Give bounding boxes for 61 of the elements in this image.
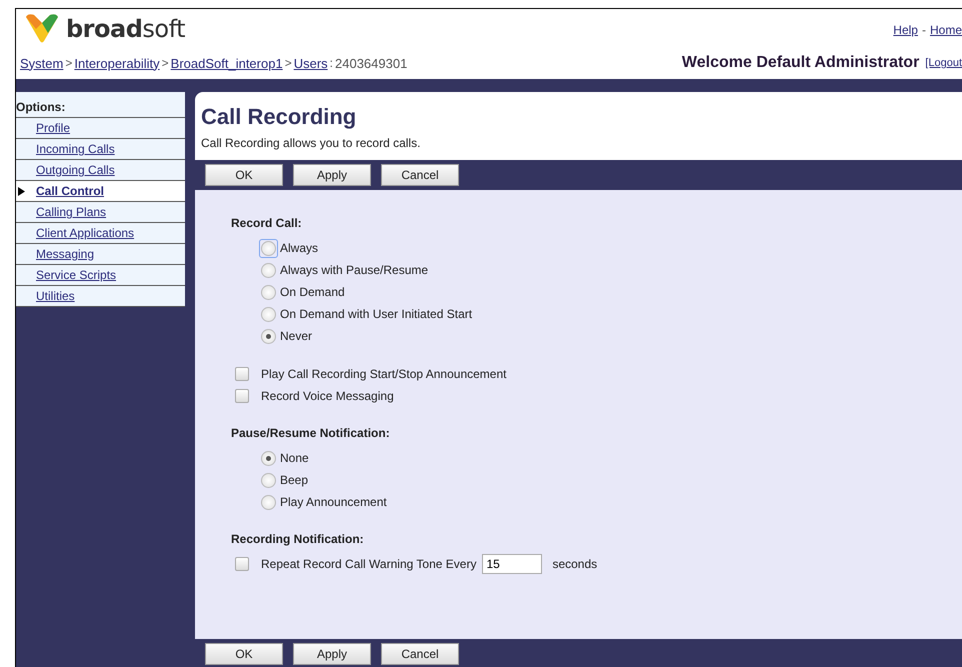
option-label: Always with Pause/Resume <box>280 263 428 277</box>
logo-icon <box>24 13 60 45</box>
option-label: Record Voice Messaging <box>261 389 394 403</box>
section-title: Pause/Resume Notification: <box>231 426 391 440</box>
option-label: Never <box>280 329 312 343</box>
bullet-icon <box>18 187 25 196</box>
breadcrumb-link[interactable]: System <box>20 56 64 70</box>
breadcrumb-link[interactable]: Users <box>294 56 328 70</box>
form-button[interactable]: OK <box>205 164 283 186</box>
sidebar-title: Options: <box>16 92 185 118</box>
radio-button[interactable] <box>261 284 276 300</box>
welcome-text: Welcome Default Administrator <box>682 54 920 72</box>
unit-label: seconds <box>552 557 598 571</box>
option-label: None <box>280 451 309 465</box>
option-label: On Demand with User Initiated Start <box>280 307 472 321</box>
breadcrumb-link[interactable]: BroadSoft_interop1 <box>170 56 283 70</box>
section-title: Record Call: <box>231 216 303 230</box>
radio-button[interactable] <box>261 450 276 466</box>
option-label: On Demand <box>280 285 345 299</box>
radio-button[interactable] <box>261 494 276 510</box>
radio-button[interactable] <box>261 262 276 278</box>
form-button[interactable]: OK <box>205 643 283 665</box>
checkbox[interactable] <box>235 557 249 571</box>
page-description: Call Recording allows you to record calls. <box>201 136 422 150</box>
breadcrumb-separator: > <box>284 56 292 70</box>
form-button[interactable]: Cancel <box>381 643 459 665</box>
breadcrumb-separator: : <box>330 56 333 70</box>
sidebar-link[interactable]: Client Applications <box>36 226 134 240</box>
sidebar-link[interactable]: Outgoing Calls <box>36 163 115 177</box>
sidebar-link[interactable]: Call Control <box>36 184 104 198</box>
option-label: Play Announcement <box>280 495 387 509</box>
option-label: Always <box>280 241 318 255</box>
checkbox[interactable] <box>235 389 249 403</box>
logo-text: broadsoft <box>66 15 186 43</box>
breadcrumb-separator: > <box>65 56 72 70</box>
option-label: Play Call Recording Start/Stop Announcement <box>261 367 506 381</box>
checkbox[interactable] <box>235 367 249 381</box>
breadcrumb-separator: > <box>162 56 169 70</box>
breadcrumb-link[interactable]: Interoperability <box>74 56 160 70</box>
sidebar-link[interactable]: Calling Plans <box>36 205 106 219</box>
logout-link[interactable]: [Logout <box>925 57 962 69</box>
form-button[interactable]: Cancel <box>381 164 459 186</box>
link-separator: - <box>922 23 926 37</box>
interval-field[interactable]: 15 <box>482 554 542 574</box>
option-label: Beep <box>280 473 308 487</box>
home-link[interactable]: Home <box>930 23 962 37</box>
user-number: 2403649301 <box>335 56 408 70</box>
sidebar-link[interactable]: Incoming Calls <box>36 142 115 156</box>
section-title: Recording Notification: <box>231 532 365 546</box>
sidebar-link[interactable]: Profile <box>36 121 70 135</box>
form-button[interactable]: Apply <box>293 164 371 186</box>
page-title: Call Recording <box>201 104 358 130</box>
sidebar-link[interactable]: Service Scripts <box>36 268 116 282</box>
help-link[interactable]: Help <box>893 23 918 37</box>
radio-button[interactable] <box>261 328 276 344</box>
radio-button[interactable] <box>261 306 276 322</box>
option-label: Repeat Record Call Warning Tone Every <box>261 557 476 571</box>
form-button[interactable]: Apply <box>293 643 371 665</box>
sidebar-link[interactable]: Utilities <box>36 289 75 303</box>
sidebar-link[interactable]: Messaging <box>36 247 94 261</box>
radio-button[interactable] <box>261 472 276 488</box>
